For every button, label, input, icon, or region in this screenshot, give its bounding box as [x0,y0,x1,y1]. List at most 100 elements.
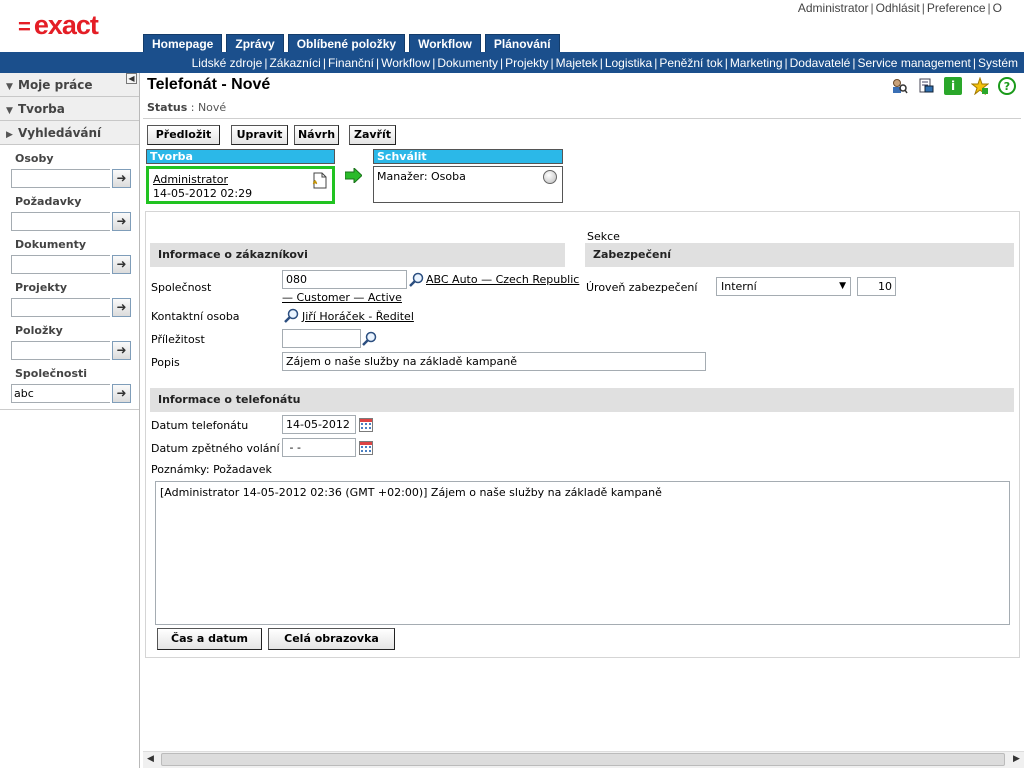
magnifier-icon[interactable] [284,308,300,327]
search-input-projekty[interactable] [11,298,110,317]
contact-link[interactable]: Jiří Horáček - Ředitel [302,310,414,323]
nav-link-service-management[interactable]: Service management [857,56,970,70]
top-link-about[interactable]: O [993,1,1002,15]
search-input-pozadavky[interactable] [11,212,110,231]
status-value: Nové [197,101,227,114]
arrow-right-icon [344,166,363,186]
submit-button[interactable]: Předložit [147,125,220,145]
triangle-right-icon: ▶ [6,130,13,140]
nav-link-zakaznici[interactable]: Zákazníci [269,56,320,70]
magnifier-icon[interactable] [409,272,425,291]
tab-homepage[interactable]: Homepage [143,34,223,52]
document-print-icon[interactable] [917,77,935,95]
notes-textarea[interactable] [155,481,1010,625]
nav-link-penezni-tok[interactable]: Peněžní tok [659,56,722,70]
opportunity-input[interactable] [282,329,361,348]
top-link-logout[interactable]: Odhlásit [876,1,920,15]
exact-logo[interactable]: = exact [18,10,99,42]
company-input[interactable] [282,270,407,289]
scroll-right-icon[interactable]: ▶ [1009,752,1024,767]
scrollbar-thumb[interactable] [161,753,1005,766]
top-links: Administrator | Odhlásit | Preference | O [797,1,1002,15]
fullscreen-button[interactable]: Celá obrazovka [268,628,395,650]
tab-zpravy[interactable]: Zprávy [226,34,284,52]
search-input-spolecnosti[interactable] [11,384,110,403]
notes-label: Poznámky: Požadavek [151,463,272,476]
help-icon[interactable]: ? [998,77,1016,95]
close-button[interactable]: Zavřít [349,125,396,145]
calendar-icon[interactable] [359,441,373,455]
sidebar-moje-prace[interactable]: ▼ Moje práce ◀ [0,73,139,97]
calendar-icon[interactable] [359,418,373,432]
draft-button[interactable]: Návrh [294,125,339,145]
nav-link-logistika[interactable]: Logistika [605,56,652,70]
nav-link-system[interactable]: Systém [978,56,1018,70]
workflow-step-schvalit-header: Schválit [373,149,563,164]
edit-button[interactable]: Upravit [231,125,288,145]
scroll-left-icon[interactable]: ◀ [143,752,158,767]
triangle-down-icon: ▼ [6,82,13,92]
section-header-customer: Informace o zákazníkovi [150,243,565,267]
workflow-step-date: 14-05-2012 02:29 [153,187,253,200]
company-label: Společnost [151,281,212,294]
date-time-button[interactable]: Čas a datum [157,628,262,650]
callback-date-input[interactable] [282,438,356,457]
description-label: Popis [151,356,180,369]
title-divider [143,118,1021,119]
info-icon[interactable]: i [944,77,962,95]
description-input[interactable] [282,352,706,371]
arrow-right-icon[interactable]: ➜ [112,384,131,403]
collapse-sidebar-icon[interactable]: ◀ [126,73,137,84]
sidebar-tvorba[interactable]: ▼ Tvorba [0,97,139,121]
workflow-step-schvalit[interactable]: Manažer: Osoba [373,166,563,203]
call-date-input[interactable] [282,415,356,434]
person-search-icon[interactable] [890,77,908,95]
new-document-icon[interactable] [312,172,327,192]
search-label-pozadavky: Požadavky [15,195,82,208]
status-circle-icon [543,170,557,184]
search-label-dokumenty: Dokumenty [15,238,87,251]
tab-planovani[interactable]: Plánování [484,34,560,52]
security-level-number[interactable] [857,277,896,296]
nav-link-projekty[interactable]: Projekty [505,56,548,70]
nav-link-lidske-zdroje[interactable]: Lidské zdroje [192,56,263,70]
tab-oblibene[interactable]: Oblíbené položky [287,34,406,52]
header-icons: i ? [890,77,1016,95]
left-sidebar: ▼ Moje práce ◀ ▼ Tvorba ▶ Vyhledávání Osoby… [0,73,140,768]
call-date-label: Datum telefonátu [151,419,249,432]
search-input-dokumenty[interactable] [11,255,110,274]
opportunity-label: Příležitost [151,333,205,346]
section-label: Sekce [587,230,620,243]
tab-workflow[interactable]: Workflow [409,34,481,52]
nav-link-workflow[interactable]: Workflow [381,56,430,70]
top-link-administrator[interactable]: Administrator [798,1,869,15]
module-links: Lidské zdroje | Zákazníci | Finanční | Workflo… [191,56,1018,70]
arrow-right-icon[interactable]: ➜ [112,169,131,188]
favorite-star-icon[interactable] [971,77,989,95]
workflow-step-tvorba[interactable]: Administrator 14-05-2012 02:29 [146,166,335,204]
magnifier-icon[interactable] [362,331,378,350]
nav-link-dokumenty[interactable]: Dokumenty [437,56,498,70]
arrow-right-icon[interactable]: ➜ [112,341,131,360]
search-input-osoby[interactable] [11,169,110,188]
workflow-step-user-link[interactable]: Administrator [153,173,328,186]
status-line: Status : Nové [147,101,227,114]
triangle-down-icon: ▼ [6,106,13,116]
company-link[interactable]: ABC Auto — Czech Republic [426,273,579,286]
svg-text:?: ? [1004,80,1010,93]
nav-link-financni[interactable]: Finanční [328,56,374,70]
nav-link-majetek[interactable]: Majetek [556,56,598,70]
nav-link-marketing[interactable]: Marketing [730,56,783,70]
workflow-approver: Manažer: Osoba [377,170,466,183]
company-link-status[interactable]: — Customer — Active [282,291,402,304]
top-link-preferences[interactable]: Preference [927,1,986,15]
nav-link-dodavatele[interactable]: Dodavatelé [790,56,851,70]
sidebar-vyhledavani[interactable]: ▶ Vyhledávání [0,121,139,145]
search-input-polozky[interactable] [11,341,110,360]
search-label-polozky: Položky [15,324,63,337]
section-header-call: Informace o telefonátu [150,388,1014,412]
arrow-right-icon[interactable]: ➜ [112,255,131,274]
arrow-right-icon[interactable]: ➜ [112,212,131,231]
arrow-right-icon[interactable]: ➜ [112,298,131,317]
security-level-select[interactable]: Interní ▼ [716,277,851,296]
